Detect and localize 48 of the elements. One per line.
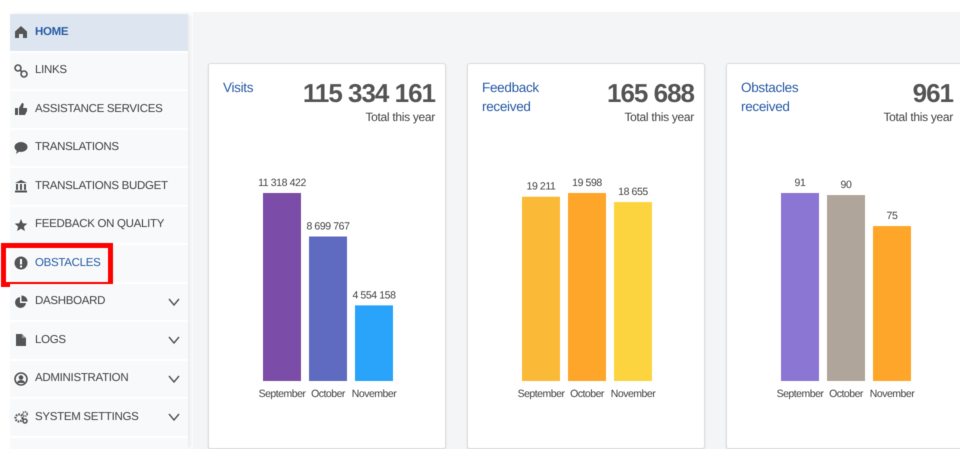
bar-value-label: 4 554 158 [352, 289, 396, 302]
card-title: Feedback received [482, 79, 540, 116]
axis-label: September [518, 388, 564, 400]
star-icon [14, 218, 28, 232]
axis-label: November [352, 388, 396, 400]
bank-icon [14, 179, 28, 194]
exclamation-icon [14, 256, 28, 270]
sidebar-item[interactable]: TRANSLATIONS [10, 130, 188, 168]
sidebar-item[interactable]: LINKS [10, 52, 188, 91]
bar-value-label: 18 655 [618, 186, 648, 198]
card-title: Obstacles received [741, 79, 800, 116]
axis-label: November [610, 388, 656, 400]
axis-label: October [570, 388, 604, 400]
total-caption: Total this year [364, 109, 435, 126]
bar-value-label: 8 699 767 [306, 220, 350, 232]
card-title: Visits [223, 79, 254, 97]
speech-bubble-icon [14, 140, 28, 155]
link-icon [14, 64, 28, 78]
axis-label: September [776, 388, 824, 400]
sidebar-item[interactable]: LOGS [10, 322, 188, 360]
gears-icon [14, 410, 28, 424]
axis-label: September [258, 388, 306, 400]
thumbs-up-icon [14, 102, 28, 116]
sidebar-item[interactable]: DASHBOARD [10, 284, 188, 322]
house-icon [14, 25, 28, 40]
sidebar-item[interactable]: ADMINISTRATION [10, 360, 188, 399]
sidebar-item[interactable]: HOME [10, 14, 188, 52]
total-caption: Total this year [883, 109, 953, 126]
bar-value-label: 19 598 [572, 177, 602, 189]
user-icon [14, 372, 28, 386]
axis-label: October [829, 388, 863, 400]
bar-value-label: 90 [840, 179, 852, 192]
bar-value-label: 91 [794, 177, 806, 189]
total-caption: Total this year [623, 109, 694, 126]
sidebar-item[interactable]: FEEDBACK ON QUALITY [10, 206, 188, 245]
bar-value-label: 75 [886, 210, 898, 222]
total-value: 961 [912, 78, 953, 108]
bar-value-label: 19 211 [526, 180, 556, 193]
sidebar-item[interactable]: TRANSLATIONS BUDGET [10, 168, 188, 206]
bar-value-label: 11 318 422 [258, 177, 306, 189]
sidebar-item[interactable]: ASSISTANCE SERVICES [10, 91, 188, 130]
axis-label: November [870, 388, 914, 400]
pie-chart-icon [14, 294, 28, 309]
axis-label: October [311, 388, 345, 400]
sidebar-item[interactable]: SYSTEM SETTINGS [10, 399, 188, 438]
total-value: 165 688 [607, 78, 694, 108]
total-value: 115 334 161 [302, 78, 435, 108]
file-icon [14, 333, 28, 348]
